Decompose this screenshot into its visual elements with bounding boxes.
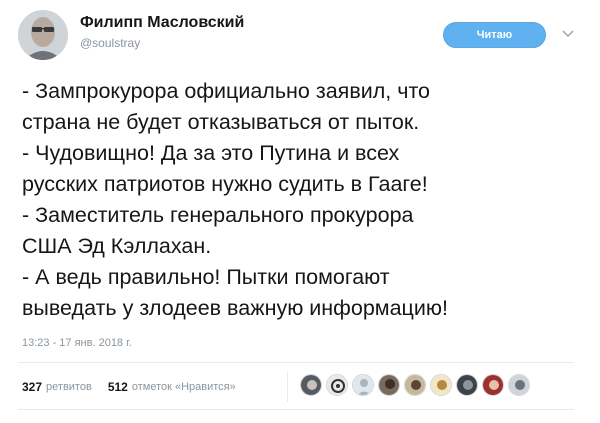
- liker-avatar[interactable]: [482, 374, 504, 396]
- liker-avatar[interactable]: [404, 374, 426, 396]
- liker-avatar[interactable]: [326, 374, 348, 396]
- tweet-timestamp[interactable]: 13:23 - 17 янв. 2018 г.: [22, 337, 132, 349]
- tweet-text-line: - Зампрокурора официально заявил, что: [22, 79, 431, 103]
- retweets-count[interactable]: 327: [22, 380, 42, 394]
- author-display-name[interactable]: Филипп Масловский: [80, 14, 244, 32]
- chevron-down-icon[interactable]: [560, 26, 576, 42]
- follow-button[interactable]: Читаю: [443, 22, 546, 48]
- tweet-text-line: - Чудовищно! Да за это Путина и всех: [22, 141, 400, 165]
- tweet-text-line: - Заместитель генерального прокурора: [22, 203, 414, 227]
- liker-avatar[interactable]: [430, 374, 452, 396]
- stats-separator: [287, 372, 288, 402]
- tweet-stats: 327 ретвитов 512 отметок «Нравится»: [22, 378, 236, 396]
- divider: [18, 362, 574, 363]
- tweet-header: Филипп Масловский @soulstray Читаю: [0, 0, 600, 70]
- author-username[interactable]: @soulstray: [80, 36, 140, 50]
- retweets-label[interactable]: ретвитов: [46, 381, 92, 393]
- liker-avatar[interactable]: [508, 374, 530, 396]
- tweet-text-line: страна не будет отказываться от пыток.: [22, 110, 420, 134]
- author-avatar[interactable]: [18, 10, 68, 60]
- liker-avatar[interactable]: [352, 374, 374, 396]
- tweet-text-line: выведать у злодеев важную информацию!: [22, 296, 448, 320]
- liker-avatar[interactable]: [300, 374, 322, 396]
- tweet-text-line: русских патриотов нужно судить в Гааге!: [22, 172, 428, 196]
- tweet-text-line: США Эд Кэллахан.: [22, 234, 212, 258]
- divider: [18, 409, 574, 410]
- liker-avatar[interactable]: [378, 374, 400, 396]
- likes-count[interactable]: 512: [108, 380, 128, 394]
- tweet-text-line: - А ведь правильно! Пытки помогают: [22, 265, 390, 289]
- likes-label[interactable]: отметок «Нравится»: [132, 381, 236, 393]
- tweet-text: - Зампрокурора официально заявил, что ст…: [22, 76, 592, 324]
- liker-avatar[interactable]: [456, 374, 478, 396]
